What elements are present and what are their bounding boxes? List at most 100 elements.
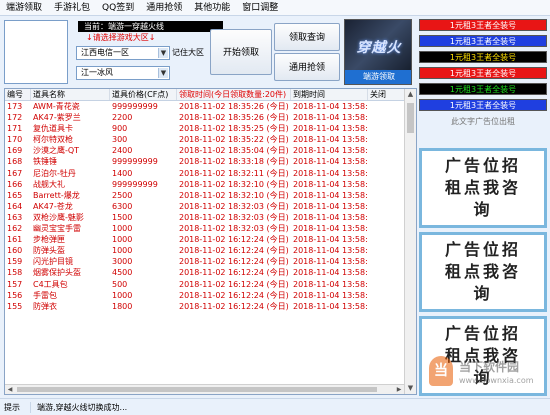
- cell-id: 157: [7, 279, 23, 289]
- cell-close: [368, 234, 406, 245]
- server-select[interactable]: 江一冰风 ▼: [76, 66, 170, 80]
- menu-bar: 端游领取 手游礼包 QQ签到 通用抢领 其他功能 窗口调整: [0, 0, 550, 16]
- table-row[interactable]: 160 防弹头盔 1000 2018-11-02 16:12:24 (今日) 2018-…: [5, 245, 416, 256]
- ad-box[interactable]: 广告位招租点我咨询: [419, 148, 547, 228]
- chevron-down-icon: ▼: [158, 48, 168, 58]
- rent-account-ad-button[interactable]: 1元租3王者全装号: [419, 67, 547, 79]
- cell-claim-time: 2018-11-02 16:12:24 (今日): [179, 246, 289, 256]
- menu-item[interactable]: 通用抢领: [140, 0, 188, 16]
- cell-price: 999999999: [112, 157, 158, 167]
- cell-expire-time: 2018-11-04 13:58:25: [293, 201, 368, 211]
- table-row[interactable]: 161 步枪弹匣 1000 2018-11-02 16:12:24 (今日) 2018-…: [5, 234, 416, 245]
- scroll-thumb[interactable]: [407, 103, 414, 133]
- cell-price: 1800: [112, 301, 133, 311]
- region-select[interactable]: 江西电信一区 ▼: [76, 46, 170, 60]
- watermark: 当 当下软件园 www.downxia.com: [419, 352, 547, 392]
- cell-name: 战舰大礼: [33, 179, 65, 189]
- cell-claim-time: 2018-11-02 18:33:18 (今日): [179, 157, 289, 167]
- scroll-right-icon[interactable]: ▶: [394, 385, 404, 394]
- status-bar: 提示 端游,穿越火线切换成功...: [0, 398, 550, 415]
- table-row[interactable]: 162 幽灵宝宝手雷 1000 2018-11-02 18:32:03 (今日) 201…: [5, 223, 416, 234]
- cell-price: 999999999: [112, 179, 158, 189]
- table-row[interactable]: 168 铁锤锤 999999999 2018-11-02 18:33:18 (今日) 2…: [5, 156, 416, 167]
- ad-box[interactable]: 广告位招租点我咨询: [419, 232, 547, 312]
- table-row[interactable]: 158 烟雾保护头盔 4500 2018-11-02 16:12:24 (今日) 201…: [5, 267, 416, 278]
- menu-item[interactable]: 窗口调整: [236, 0, 284, 16]
- cell-close: [368, 145, 406, 156]
- rent-account-ad-button[interactable]: 1元租3王者全装号: [419, 99, 547, 111]
- menu-item[interactable]: 手游礼包: [48, 0, 96, 16]
- table-row[interactable]: 167 尼泊尔-牡丹 1400 2018-11-02 18:32:11 (今日) 201…: [5, 168, 416, 179]
- watermark-url: www.downxia.com: [459, 376, 534, 385]
- cell-close: [368, 123, 406, 134]
- cell-id: 173: [7, 102, 23, 111]
- cell-expire-time: 2018-11-04 13:58:25: [293, 224, 368, 234]
- cell-expire-time: 2018-11-04 13:58:25: [293, 190, 368, 200]
- cell-name: Barrett-爆龙: [33, 190, 80, 200]
- scroll-up-icon[interactable]: ▲: [405, 89, 416, 100]
- start-claim-button[interactable]: 开始领取: [210, 29, 272, 75]
- menu-item[interactable]: QQ签到: [96, 0, 140, 16]
- rent-account-ad-button[interactable]: 1元租3王者全装号: [419, 83, 547, 95]
- pc-game-claim-button[interactable]: 端游领取: [345, 70, 411, 84]
- table-row[interactable]: 163 双枪沙鹰-魅影 1500 2018-11-02 18:32:03 (今日) 20…: [5, 212, 416, 223]
- scroll-left-icon[interactable]: ◀: [5, 385, 15, 394]
- cell-price: 1000: [112, 224, 133, 234]
- rent-account-ad-button[interactable]: 1元租3王者全装号: [419, 19, 547, 31]
- rent-account-ad-button[interactable]: 1元租3王者全装号: [419, 51, 547, 63]
- general-claim-button[interactable]: 通用抢领: [274, 53, 340, 81]
- column-header-id[interactable]: 编号: [5, 89, 31, 100]
- rent-account-ad-button[interactable]: 1元租3王者全装号: [419, 35, 547, 47]
- ad-caption[interactable]: 此文字广告位出租: [419, 115, 547, 129]
- cell-close: [368, 201, 406, 212]
- cell-price: 900: [112, 124, 128, 134]
- cell-expire-time: 2018-11-04 13:58:25: [293, 102, 368, 111]
- cell-claim-time: 2018-11-02 18:32:10 (今日): [179, 190, 289, 200]
- cell-claim-time: 2018-11-02 18:35:26 (今日): [179, 102, 289, 111]
- select-region-hint: ↓请选择游戏大区↓: [86, 33, 156, 42]
- column-header-price[interactable]: 道具价格(CF点): [110, 89, 177, 100]
- cell-expire-time: 2018-11-04 13:58:25: [293, 179, 368, 189]
- menu-item[interactable]: 端游领取: [0, 0, 48, 16]
- table-row[interactable]: 173 AWM-青花瓷 999999999 2018-11-02 18:35:26 (…: [5, 101, 416, 112]
- game-banner[interactable]: 穿越火线 端游领取: [344, 19, 412, 85]
- cell-price: 2200: [112, 113, 133, 123]
- scroll-thumb-horizontal[interactable]: [17, 387, 377, 392]
- cell-id: 166: [7, 179, 23, 189]
- table-row[interactable]: 155 防弹衣 1800 2018-11-02 16:12:24 (今日) 2018-1…: [5, 301, 416, 312]
- cell-name: 尼泊尔-牡丹: [33, 168, 76, 178]
- table-row[interactable]: 159 闪光护目镜 3000 2018-11-02 16:12:24 (今日) 2018…: [5, 256, 416, 267]
- cell-name: 幽灵宝宝手雷: [33, 224, 81, 234]
- cell-price: 6300: [112, 201, 133, 211]
- cell-name: 防弹衣: [33, 301, 57, 311]
- cell-name: 沙漠之鹰-QT: [33, 146, 80, 156]
- cell-expire-time: 2018-11-04 13:58:25: [293, 246, 368, 256]
- cell-name: C4工具包: [33, 279, 68, 289]
- table-row[interactable]: 172 AK47-紫罗兰 2200 2018-11-02 18:35:26 (今日) 2…: [5, 112, 416, 123]
- vertical-scrollbar[interactable]: ▲ ▼: [404, 89, 416, 394]
- cell-expire-time: 2018-11-04 13:58:25: [293, 146, 368, 156]
- claim-query-button[interactable]: 领取查询: [274, 23, 340, 51]
- menu-item[interactable]: 其他功能: [188, 0, 236, 16]
- cell-close: [368, 245, 406, 256]
- table-row[interactable]: 156 手雷包 1000 2018-11-02 16:12:24 (今日) 2018-1…: [5, 290, 416, 301]
- table-row[interactable]: 165 Barrett-爆龙 2500 2018-11-02 18:32:10 (今日…: [5, 190, 416, 201]
- table-row[interactable]: 171 复仇道具卡 900 2018-11-02 18:35:25 (今日) 2018-…: [5, 123, 416, 134]
- column-header-claim-time[interactable]: 领取时间(今日领取数量:20件): [177, 89, 291, 100]
- cell-expire-time: 2018-11-04 13:58:25: [293, 113, 368, 123]
- scroll-down-icon[interactable]: ▼: [405, 383, 416, 394]
- table-row[interactable]: 170 柯尔特双枪 300 2018-11-02 18:35:22 (今日) 2018-…: [5, 134, 416, 145]
- cell-price: 1000: [112, 246, 133, 256]
- table-row[interactable]: 169 沙漠之鹰-QT 2400 2018-11-02 18:35:04 (今日) 20…: [5, 145, 416, 156]
- cell-claim-time: 2018-11-02 16:12:24 (今日): [179, 257, 289, 267]
- column-header-name[interactable]: 道具名称: [31, 89, 110, 100]
- column-header-expire-time[interactable]: 到期时间: [291, 89, 368, 100]
- column-header-close[interactable]: 关闭: [368, 89, 406, 100]
- cell-price: 3000: [112, 257, 133, 267]
- horizontal-scrollbar[interactable]: ◀ ▶: [5, 384, 404, 394]
- table-row[interactable]: 157 C4工具包 500 2018-11-02 16:12:24 (今日) 2018-…: [5, 279, 416, 290]
- cell-close: [368, 134, 406, 145]
- cell-expire-time: 2018-11-04 13:58:25: [293, 168, 368, 178]
- table-row[interactable]: 164 AK47-苍龙 6300 2018-11-02 18:32:03 (今日) 20…: [5, 201, 416, 212]
- table-row[interactable]: 166 战舰大礼 999999999 2018-11-02 18:32:10 (今日)…: [5, 179, 416, 190]
